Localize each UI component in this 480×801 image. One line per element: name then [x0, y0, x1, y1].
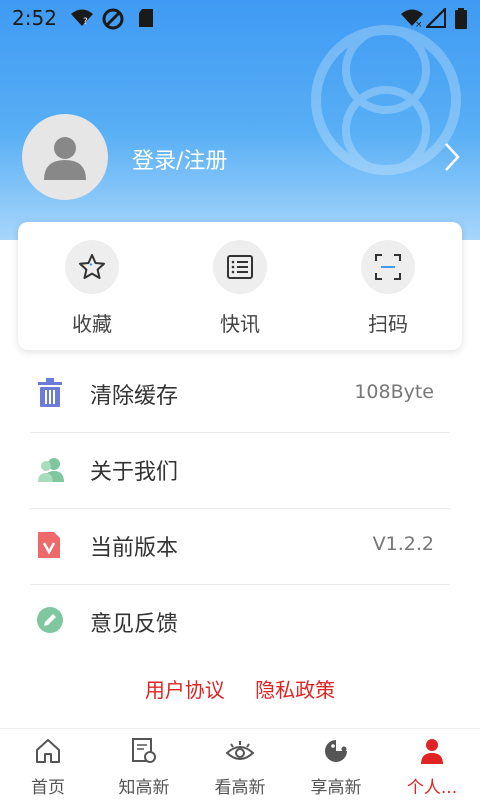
menu-label: 当前版本: [90, 536, 179, 561]
menu-item-feedback[interactable]: 意见反馈: [30, 584, 450, 660]
star-icon: [65, 240, 119, 294]
quick-actions-card: 收藏 快讯 扫码: [18, 222, 462, 350]
user-silhouette-icon: [44, 137, 86, 180]
menu-label: 意见反馈: [90, 612, 179, 637]
version-value: V1.2.2: [372, 533, 434, 555]
trash-icon: [36, 378, 64, 412]
svg-text:?: ?: [83, 17, 88, 27]
quick-action-label: 快讯: [220, 312, 260, 336]
bottom-tab-bar: 首页 知高新 看高新 享高新 个人...: [0, 728, 480, 801]
tab-know[interactable]: 知高新: [96, 735, 192, 798]
chevron-right-icon[interactable]: [444, 142, 460, 176]
avatar[interactable]: [22, 114, 108, 200]
list-icon: [213, 240, 267, 294]
menu-item-about-us[interactable]: 关于我们: [30, 432, 450, 509]
quick-action-scan[interactable]: 扫码: [338, 240, 438, 337]
policy-links: 用户协议 隐私政策: [0, 674, 480, 703]
home-icon: [0, 735, 96, 767]
tab-personal[interactable]: 个人...: [384, 735, 480, 798]
menu-item-clear-cache[interactable]: 清除缓存 108Byte: [30, 356, 450, 433]
sdcard-icon: [138, 8, 154, 33]
menu-label: 关于我们: [90, 460, 179, 485]
scan-icon: [361, 240, 415, 294]
tab-label: 首页: [31, 778, 65, 798]
quick-action-label: 收藏: [72, 312, 112, 336]
eye-icon: [192, 735, 288, 767]
tab-home[interactable]: 首页: [0, 735, 96, 798]
share-icon: [288, 735, 384, 767]
privacy-policy-link[interactable]: 隐私政策: [255, 678, 335, 702]
status-time: 2:52: [12, 6, 57, 30]
user-agreement-link[interactable]: 用户协议: [145, 678, 225, 702]
tab-label: 看高新: [214, 778, 266, 798]
tab-label: 享高新: [310, 778, 362, 798]
news-icon: [96, 735, 192, 767]
quick-action-label: 扫码: [368, 312, 408, 336]
pencil-icon: [36, 606, 64, 638]
version-icon: [36, 530, 62, 564]
person-icon: [384, 735, 480, 767]
menu-label: 清除缓存: [90, 384, 179, 409]
profile-header: 2:52 ? × 登录/注册: [0, 0, 480, 240]
tab-enjoy[interactable]: 享高新: [288, 735, 384, 798]
quick-action-favorites[interactable]: 收藏: [42, 240, 142, 337]
tab-watch[interactable]: 看高新: [192, 735, 288, 798]
cache-size-value: 108Byte: [354, 381, 434, 403]
blocked-icon: [102, 8, 124, 35]
users-icon: [36, 454, 66, 488]
tab-label: 知高新: [118, 778, 170, 798]
login-register-link[interactable]: 登录/注册: [132, 143, 227, 175]
tab-label: 个人...: [406, 778, 458, 798]
quick-action-news[interactable]: 快讯: [190, 240, 290, 337]
menu-item-version[interactable]: 当前版本 V1.2.2: [30, 508, 450, 585]
wifi-question-icon: ?: [70, 8, 94, 33]
